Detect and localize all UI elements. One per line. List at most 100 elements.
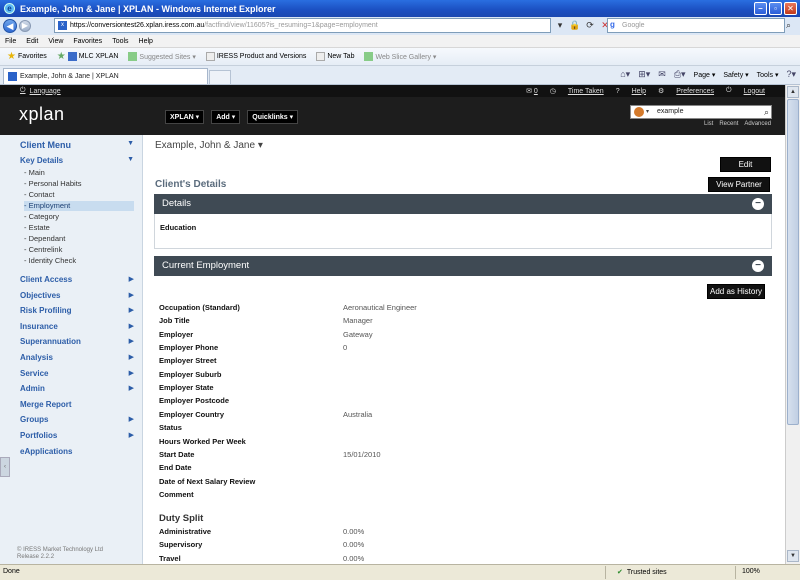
edit-button[interactable]: Edit (720, 157, 771, 172)
help-circle-icon: ? (615, 87, 620, 95)
client-name-dropdown[interactable]: Example, John & Jane ▾ (155, 140, 263, 151)
scroll-up-icon[interactable]: ▲ (787, 86, 799, 98)
help-link[interactable]: Help (632, 88, 646, 95)
refresh-icon[interactable]: ⟳ (584, 19, 596, 32)
search-advanced-link[interactable]: Advanced (744, 121, 771, 127)
panel-title: Current Employment (162, 260, 250, 271)
sidebar-section-item[interactable]: Groups ▶ (20, 415, 134, 424)
search-recent-link[interactable]: Recent (719, 121, 738, 127)
minimize-button[interactable]: – (754, 2, 767, 15)
fav-item-iress[interactable]: IRESS Product and Versions (203, 52, 310, 61)
preferences-link[interactable]: Preferences (676, 88, 714, 95)
sidebar-collapse-handle[interactable]: ‹ (0, 457, 10, 477)
sidebar-section-item[interactable]: Service ▶ (20, 369, 134, 378)
security-zone[interactable]: ✔ Trusted sites (617, 568, 667, 577)
menu-edit[interactable]: Edit (26, 38, 38, 45)
field-label: Employer Street (159, 356, 217, 366)
search-list-link[interactable]: List (704, 121, 713, 127)
sidebar-section-item[interactable]: Objectives ▶ (20, 291, 134, 300)
sidebar-subitem[interactable]: - Centrelink (24, 245, 134, 255)
menu-file[interactable]: File (5, 38, 16, 45)
menu-favorites[interactable]: Favorites (73, 38, 102, 45)
sidebar-subitem[interactable]: - Employment (24, 201, 134, 211)
view-partner-button[interactable]: View Partner (708, 177, 770, 192)
cmd-page[interactable]: Page ▾ (694, 71, 716, 79)
sidebar-section-item[interactable]: Superannuation ▶ (20, 337, 134, 346)
panel-title: Details (162, 198, 192, 209)
mail-icon[interactable]: ✉ (658, 69, 666, 80)
cmd-tools[interactable]: Tools ▾ (757, 71, 779, 79)
collapse-icon[interactable]: − (752, 198, 764, 210)
menu-bar: File Edit View Favorites Tools Help (0, 35, 800, 48)
fav-item-newtab[interactable]: New Tab (313, 52, 357, 61)
favorites-button[interactable]: ★ Favorites (4, 51, 50, 62)
cmd-safety[interactable]: Safety ▾ (723, 71, 748, 79)
client-menu-title: Client Menu (20, 140, 71, 150)
sidebar-subitem[interactable]: - Contact (24, 190, 134, 200)
sidebar-subitem[interactable]: - Identity Check (24, 256, 134, 266)
duty-label: Administrative (159, 527, 212, 536)
sidebar-section-item[interactable]: Analysis ▶ (20, 353, 134, 362)
fav-item-suggested[interactable]: Suggested Sites ▾ (125, 52, 198, 61)
feeds-icon[interactable]: ⊞▾ (638, 69, 650, 80)
fav-item-webslice[interactable]: Web Slice Gallery ▾ (361, 52, 439, 61)
client-menu-header[interactable]: Client Menu ▼ (20, 140, 134, 150)
time-taken-link[interactable]: Time Taken (568, 88, 604, 95)
chevron-right-icon: ▶ (128, 338, 134, 346)
search-go-icon[interactable]: ⌕ (786, 20, 791, 31)
page-scrollbar[interactable]: ▲ ▼ (785, 85, 800, 564)
search-icon[interactable]: ⌕ (764, 106, 769, 118)
sidebar-section-item[interactable]: Client Access ▶ (20, 275, 134, 284)
sidebar-section-item[interactable]: Insurance ▶ (20, 322, 134, 331)
copyright-text: © IRESS Market Technology Ltd (17, 547, 104, 553)
language-link[interactable]: ⏻ Language (0, 87, 61, 95)
sidebar-subitem[interactable]: - Category (24, 212, 134, 222)
menu-tools[interactable]: Tools (112, 38, 128, 45)
sidebar-section-item[interactable]: Portfolios ▶ (20, 431, 134, 440)
home-icon[interactable]: ⌂▾ (620, 69, 630, 80)
back-button[interactable]: ◀ (3, 19, 17, 33)
menu-add[interactable]: Add ▾ (211, 110, 241, 124)
sidebar-section-item[interactable]: eApplications (20, 447, 134, 456)
sidebar-section-item[interactable]: Merge Report (20, 400, 134, 409)
menu-view[interactable]: View (48, 38, 63, 45)
sidebar-subitem[interactable]: - Personal Habits (24, 179, 134, 189)
help-icon[interactable]: ?▾ (786, 69, 796, 80)
site-favicon-icon (8, 72, 17, 81)
field-label: Occupation (Standard) (159, 303, 240, 312)
xplan-header: xplan XPLAN ▾ Add ▾ Quicklinks ▾ ▾ examp… (0, 97, 785, 135)
sidebar-subitem[interactable]: - Estate (24, 223, 134, 233)
dropdown-icon[interactable]: ▾ (554, 19, 566, 32)
messages-link[interactable]: ✉ 0 (526, 87, 538, 95)
fav-item-mlc[interactable]: ★ MLC XPLAN (54, 51, 122, 62)
address-bar[interactable]: x https://conversiontest26.xplan.iress.c… (54, 18, 551, 33)
menu-help[interactable]: Help (139, 38, 153, 45)
sidebar-item-key-details[interactable]: Key Details ▼ (20, 156, 134, 165)
sidebar-section-item[interactable]: Admin ▶ (20, 384, 134, 393)
client-search-input[interactable]: ▾ example ⌕ (630, 105, 772, 119)
scroll-thumb[interactable] (787, 99, 799, 425)
search-input[interactable]: g Google (607, 18, 785, 33)
lock-icon[interactable]: 🔒 (569, 19, 581, 32)
new-tab-button[interactable] (209, 70, 231, 84)
collapse-icon[interactable]: − (752, 260, 764, 272)
chevron-down-icon[interactable]: ▾ (646, 106, 649, 118)
menu-quicklinks[interactable]: Quicklinks ▾ (247, 110, 299, 124)
zoom-level[interactable]: 100% (742, 568, 760, 575)
add-as-history-button[interactable]: Add as History (707, 284, 765, 299)
close-button[interactable]: ✕ (784, 2, 797, 15)
sidebar-subitem[interactable]: - Main (24, 168, 134, 178)
sidebar-item-label: Merge Report (20, 399, 72, 409)
maximize-button[interactable]: ▫ (769, 2, 782, 15)
logout-link[interactable]: Logout (744, 88, 765, 95)
menu-xplan[interactable]: XPLAN ▾ (165, 110, 205, 124)
sidebar-section-item[interactable]: Risk Profiling ▶ (20, 306, 134, 315)
sidebar-item-label: Risk Profiling (20, 306, 72, 316)
window-controls: – ▫ ✕ (754, 2, 797, 15)
scroll-down-icon[interactable]: ▼ (787, 550, 799, 562)
print-icon[interactable]: ⎙▾ (674, 69, 686, 80)
browser-tab-active[interactable]: Example, John & Jane | XPLAN (3, 68, 208, 84)
chevron-right-icon: ▶ (128, 291, 134, 299)
sidebar-subitem[interactable]: - Dependant (24, 234, 134, 244)
forward-button[interactable]: ▶ (19, 20, 31, 32)
